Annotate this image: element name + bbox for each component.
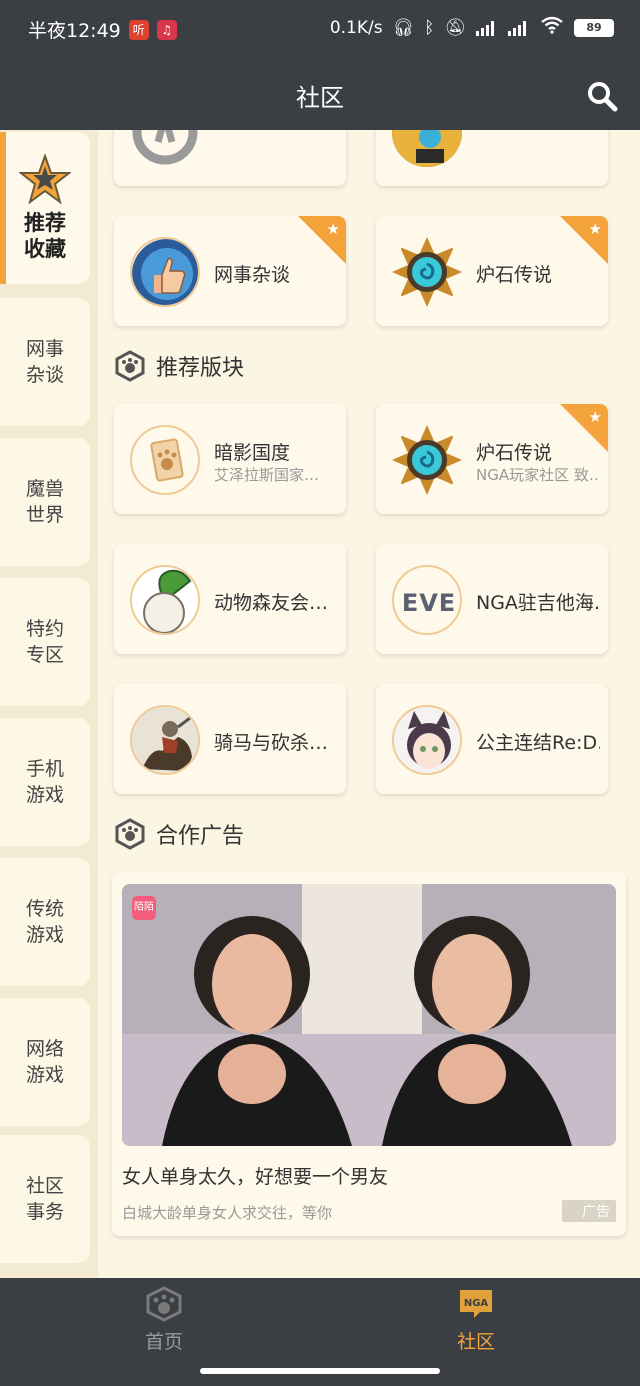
star-icon[interactable]: ★ — [589, 220, 602, 238]
status-bar: 半夜12:49 听 ♫ 0.1K/s 🎧︎ ᛒ 🔕︎ 89 — [0, 0, 640, 58]
nga-paw-icon — [115, 350, 145, 382]
headphone-icon: 🎧︎ — [392, 17, 415, 38]
favorite-board-card[interactable]: 网事杂谈 ★ — [114, 216, 346, 326]
sidebar-item-label: 魔兽 世界 — [25, 478, 64, 526]
board-name: 网事杂谈 — [214, 264, 291, 286]
status-left: 半夜12:49 听 ♫ — [28, 16, 177, 43]
sidebar-item-traditional-games[interactable]: 传统 游戏 — [0, 858, 90, 986]
momo-app-badge: 陌陌 — [132, 896, 156, 920]
hearthstone-icon — [392, 237, 462, 307]
home-paw-icon — [146, 1286, 182, 1322]
sidebar-item-label: 推荐 收藏 — [24, 211, 66, 261]
ad-label: 广告 — [562, 1200, 616, 1222]
sidebar-item-label: 网事 杂谈 — [25, 338, 64, 386]
sidebar-item-mobile-games[interactable]: 手机 游戏 — [0, 718, 90, 846]
sidebar-item-label: 特约 专区 — [25, 618, 64, 666]
ad-title: 女人单身太久，好想要一个男友 — [122, 1166, 389, 1188]
wifi-icon — [540, 16, 564, 39]
sidebar-item-label: 手机 游戏 — [25, 758, 64, 806]
board-desc: 艾泽拉斯国家… — [214, 466, 320, 484]
main-content: 网事杂谈 ★ 炉石传说 ★ 推荐版块 暗影国度 艾泽拉斯国家… 炉石传说 NGA… — [98, 130, 640, 1278]
ad-card[interactable]: 陌陌 女人单身太久，好想要一个男友 白城大龄单身女人求交往，等你 广告 — [112, 872, 626, 1236]
sidebar-item-online-games[interactable]: 网络 游戏 — [0, 998, 90, 1126]
search-icon — [588, 82, 618, 112]
sidebar-item-label: 传统 游戏 — [25, 898, 64, 946]
signal-icon-2 — [508, 20, 530, 36]
recommended-board-card[interactable]: 公主连结Re:D… — [376, 684, 608, 794]
eve-icon: EVE — [392, 565, 462, 635]
board-name: 公主连结Re:D… — [476, 732, 600, 754]
nav-label: 首页 — [144, 1331, 183, 1353]
app-header: 社区 — [0, 58, 640, 130]
thumbs-up-icon — [130, 237, 200, 307]
star-icon[interactable]: ★ — [589, 408, 602, 426]
home-indicator — [200, 1368, 440, 1374]
star-badge-icon — [19, 154, 71, 205]
avatar-board-icon — [392, 130, 462, 167]
section-header-ads: 合作广告 — [114, 818, 244, 850]
sidebar-item-label: 社区 事务 — [25, 1175, 64, 1223]
page-title: 社区 — [296, 84, 344, 112]
category-sidebar: 推荐 收藏 网事 杂谈 魔兽 世界 特约 专区 手机 游戏 传统 游戏 网络 游… — [0, 130, 98, 1278]
board-name: 炉石传说 — [476, 264, 553, 286]
board-name: NGA驻吉他海… — [476, 592, 600, 614]
mute-icon: 🔕︎ — [444, 17, 466, 38]
bluetooth-icon: ᛒ — [424, 17, 435, 38]
nga-badge-text: NGA — [464, 1298, 489, 1309]
star-icon[interactable]: ★ — [327, 220, 340, 238]
nav-community[interactable]: NGA 社区 — [416, 1286, 536, 1354]
community-chat-icon: NGA — [460, 1290, 492, 1318]
sidebar-item-gossip[interactable]: 网事 杂谈 — [0, 298, 90, 426]
ad-image[interactable]: 陌陌 — [122, 884, 616, 1146]
ting-app-icon: 听 — [128, 19, 149, 40]
sidebar-item-recommended[interactable]: 推荐 收藏 — [0, 132, 90, 284]
section-title: 推荐版块 — [156, 356, 245, 381]
board-card[interactable] — [376, 130, 608, 186]
section-title: 合作广告 — [156, 824, 245, 849]
battery-icon: 89 — [574, 18, 614, 37]
search-button[interactable] — [584, 78, 620, 114]
sidebar-item-label: 网络 游戏 — [25, 1038, 64, 1086]
overwatch-icon — [130, 130, 200, 167]
nav-home[interactable]: 首页 — [104, 1286, 224, 1354]
paw-card-icon — [130, 425, 200, 495]
board-name: 骑马与砍杀… — [214, 732, 329, 754]
music-app-icon: ♫ — [156, 19, 177, 40]
recommended-board-card[interactable]: 骑马与砍杀… — [114, 684, 346, 794]
hearthstone-icon — [392, 425, 462, 495]
recommended-board-card[interactable]: 暗影国度 艾泽拉斯国家… — [114, 404, 346, 514]
ad-subtitle: 白城大龄单身女人求交往，等你 — [122, 1204, 333, 1222]
sidebar-item-community-affairs[interactable]: 社区 事务 — [0, 1135, 90, 1263]
board-name: 动物森友会… — [214, 592, 329, 614]
turnip-icon — [130, 565, 200, 635]
catgirl-icon — [392, 705, 462, 775]
network-speed: 0.1K/s — [329, 17, 383, 38]
knight-icon — [130, 705, 200, 775]
board-desc: NGA玩家社区 致… — [476, 466, 600, 484]
status-right: 0.1K/s 🎧︎ ᛒ 🔕︎ 89 — [330, 16, 614, 39]
svg-text:EVE: EVE — [402, 589, 456, 617]
sidebar-item-warcraft[interactable]: 魔兽 世界 — [0, 438, 90, 566]
favorite-board-card[interactable]: 炉石传说 ★ — [376, 216, 608, 326]
recommended-board-card[interactable]: 动物森友会… — [114, 544, 346, 654]
board-name: 暗影国度 — [214, 442, 291, 464]
status-time: 半夜12:49 — [28, 20, 121, 42]
nav-label: 社区 — [456, 1331, 495, 1353]
nga-paw-icon — [115, 818, 145, 850]
sidebar-item-special[interactable]: 特约 专区 — [0, 578, 90, 706]
board-card[interactable] — [114, 130, 346, 186]
recommended-board-card[interactable]: 炉石传说 NGA玩家社区 致… ★ — [376, 404, 608, 514]
signal-icon-1 — [476, 20, 498, 36]
section-header-recommended: 推荐版块 — [114, 350, 244, 382]
recommended-board-card[interactable]: EVE NGA驻吉他海… — [376, 544, 608, 654]
